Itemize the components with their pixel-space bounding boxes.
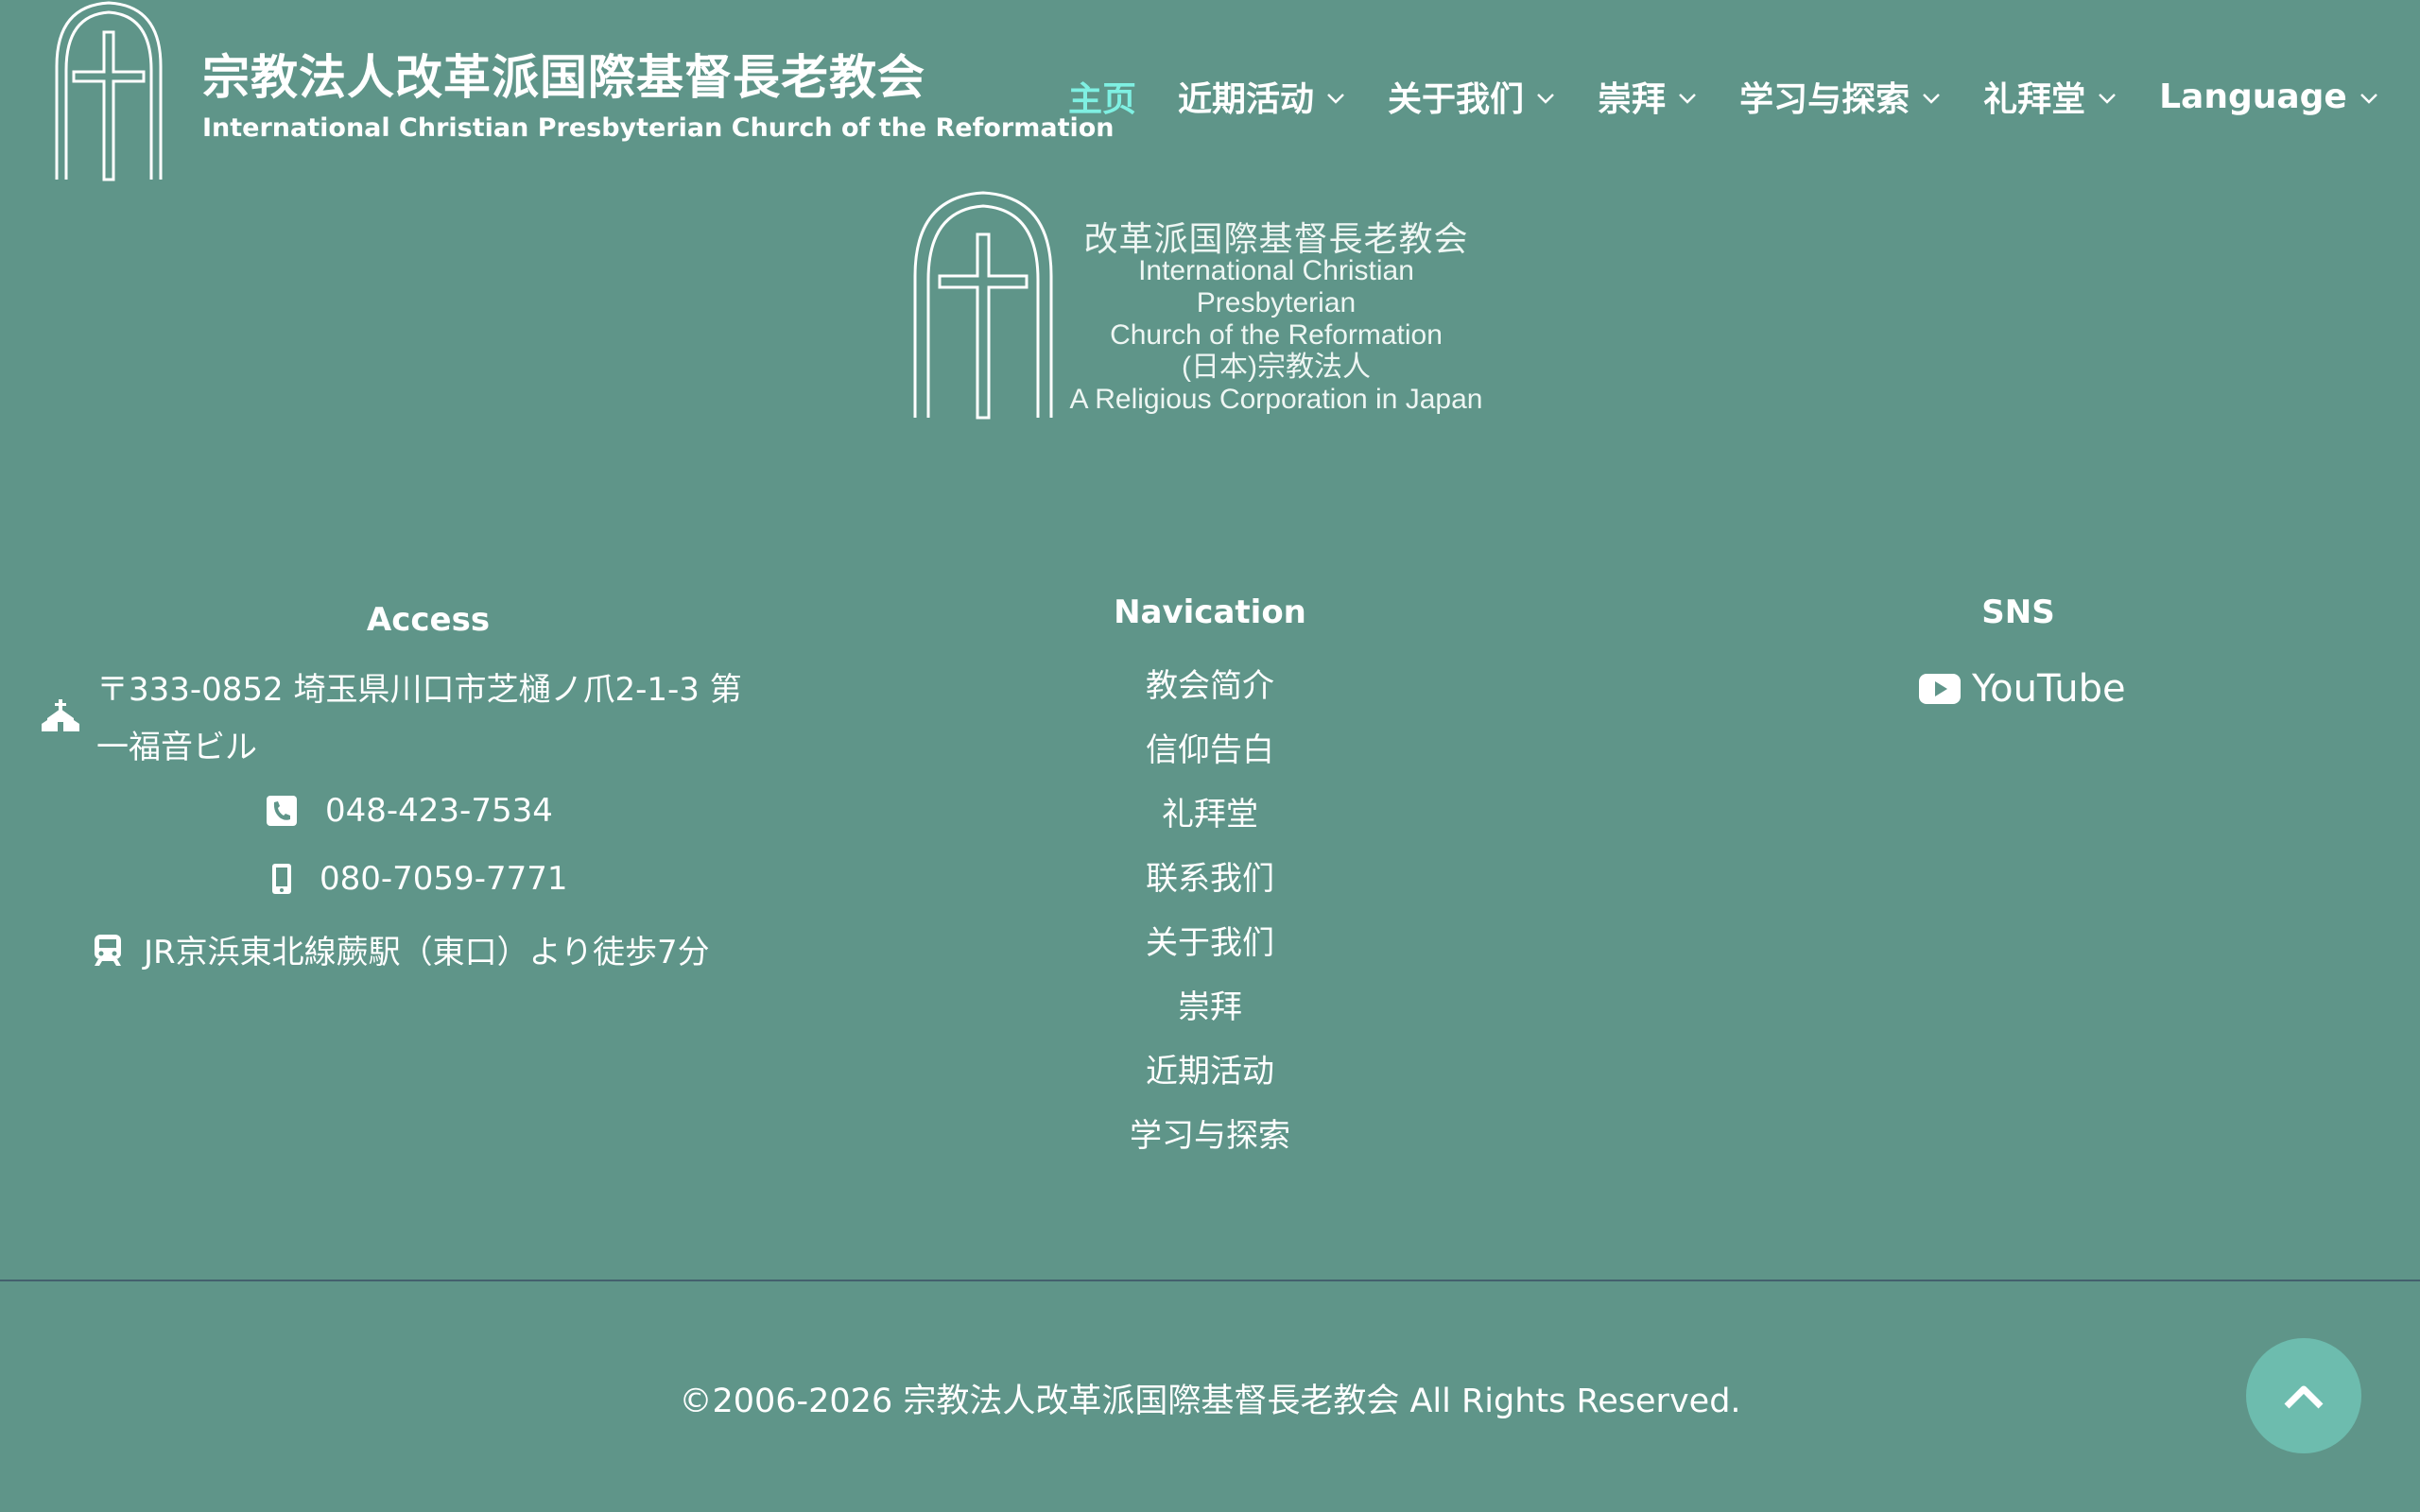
footer-nav-link[interactable]: 信仰告白 (1068, 726, 1352, 790)
chevron-down-icon (2360, 94, 2377, 104)
phone-icon (267, 796, 297, 826)
mobile-row[interactable]: 080-7059-7771 (265, 860, 568, 898)
footer-nav-link[interactable]: 礼拜堂 (1068, 790, 1352, 854)
mobile-number: 080-7059-7771 (320, 860, 568, 898)
logo-text-line: A Religious Corporation in Japan (1069, 384, 1483, 415)
footer-divider (0, 1280, 2420, 1281)
youtube-icon (1919, 674, 1961, 704)
youtube-link[interactable]: YouTube (1919, 667, 2126, 711)
footer-nav-link[interactable]: 教会简介 (1068, 662, 1352, 726)
footer-logo-text: 改革派国際基督長老教会 International Christian Pres… (1068, 219, 1484, 416)
footer-nav-link[interactable]: 近期活动 (1068, 1047, 1352, 1111)
logo-text-line: Church of the Reformation (1110, 319, 1443, 351)
logo-text-line: International Christian Presbyterian (1138, 255, 1414, 318)
nav-item-chapel[interactable]: 礼拜堂 (1983, 72, 2118, 121)
nav-item-events[interactable]: 近期活动 (1178, 72, 1346, 121)
logo-text-line: 改革派国際基督長老教会 (1083, 219, 1469, 258)
footer-nav-link[interactable]: 崇拜 (1068, 983, 1352, 1047)
chevron-down-icon (1537, 94, 1554, 104)
church-icon (42, 699, 79, 731)
copyright-text: ©2006-2026 宗教法人改革派国際基督長老教会 All Rights Re… (679, 1383, 1741, 1420)
back-to-top-button[interactable] (2246, 1338, 2361, 1453)
nav-item-label: 学习与探索 (1739, 80, 1910, 119)
nav-item-label: 礼拜堂 (1983, 80, 2086, 119)
train-icon (95, 934, 121, 966)
nav-item-about[interactable]: 关于我们 (1388, 72, 1556, 121)
chevron-down-icon (1327, 94, 1344, 104)
site-subtitle: International Christian Presbyterian Chu… (202, 113, 1115, 143)
footer-nav-link[interactable]: 联系我们 (1068, 854, 1352, 919)
nav-item-label: Language (2159, 77, 2347, 116)
footer-nav-list: 教会简介 信仰告白 礼拜堂 联系我们 关于我们 崇拜 近期活动 学习与探索 (1068, 662, 1352, 1176)
church-arch-cross-icon[interactable] (53, 0, 164, 181)
footer-logo: 改革派国際基督長老教会 International Christian Pres… (908, 189, 1512, 420)
sns-heading: SNS (1981, 593, 2055, 631)
address-text: 〒333-0852 埼玉県川口市芝樋ノ爪2-1-3 第一福音ビル (96, 671, 742, 766)
phone-number: 048-423-7534 (325, 792, 553, 830)
nav-item-label: 主页 (1068, 80, 1137, 119)
logo-text-line: (日本)宗教法人 (1182, 352, 1371, 383)
nav-item-label: 近期活动 (1178, 80, 1315, 119)
nav-item-label: 关于我们 (1388, 80, 1525, 119)
nav-item-worship[interactable]: 崇拜 (1598, 72, 1698, 121)
phone-row[interactable]: 048-423-7534 (265, 792, 553, 830)
nav-item-home[interactable]: 主页 (1068, 72, 1136, 121)
nav-item-language[interactable]: Language (2159, 77, 2379, 116)
nav-item-label: 崇拜 (1598, 80, 1667, 119)
footer-nav-link[interactable]: 学习与探索 (1068, 1111, 1352, 1176)
site-title[interactable]: 宗教法人改革派国際基督長老教会 (202, 40, 925, 108)
train-row: JR京浜東北線蕨駅（東口）より徒歩7分 (91, 926, 710, 972)
access-heading: Access (366, 601, 491, 639)
youtube-label: YouTube (1972, 667, 2126, 711)
church-arch-cross-icon (913, 191, 1053, 420)
chevron-up-icon (2284, 1385, 2324, 1409)
footer-nav-link[interactable]: 关于我们 (1068, 919, 1352, 983)
chevron-down-icon (2099, 94, 2116, 104)
chevron-down-icon (1679, 94, 1696, 104)
mobile-icon (272, 864, 291, 894)
site-header: 宗教法人改革派国際基督長老教会 International Christian … (0, 0, 2420, 189)
nav-item-study[interactable]: 学习与探索 (1739, 72, 1942, 121)
train-access-text: JR京浜東北線蕨駅（東口）より徒歩7分 (144, 934, 710, 971)
footer-nav-heading: Navication (1114, 593, 1306, 631)
chevron-down-icon (1923, 94, 1940, 104)
main-nav: 主页 近期活动 关于我们 崇拜 学习与探索 礼拜堂 Language (1068, 72, 2420, 121)
